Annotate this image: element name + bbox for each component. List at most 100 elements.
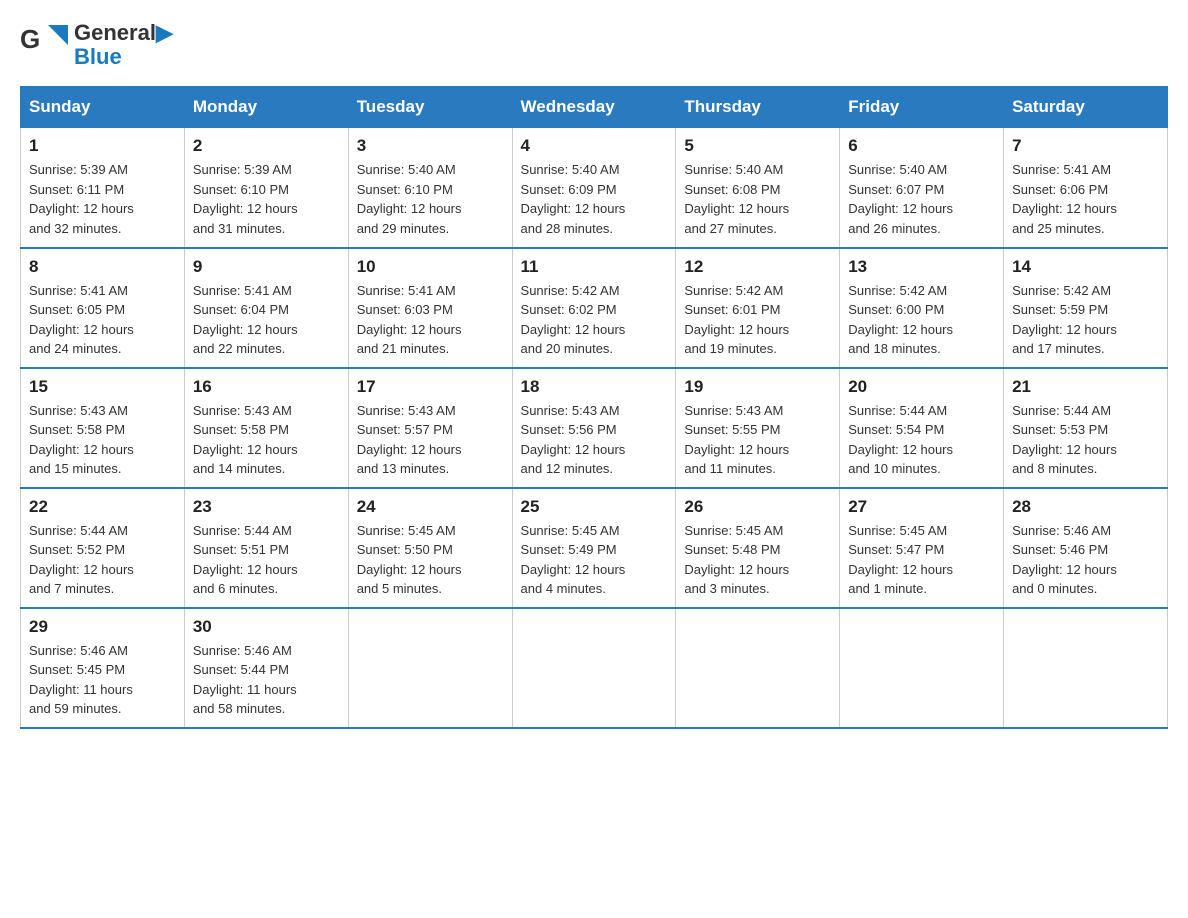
day-number: 13 — [848, 257, 995, 277]
svg-text:G: G — [20, 24, 40, 54]
week-row-4: 22 Sunrise: 5:44 AMSunset: 5:52 PMDaylig… — [21, 488, 1168, 608]
day-number: 9 — [193, 257, 340, 277]
day-info: Sunrise: 5:43 AMSunset: 5:58 PMDaylight:… — [29, 403, 134, 477]
day-number: 14 — [1012, 257, 1159, 277]
calendar-cell: 15 Sunrise: 5:43 AMSunset: 5:58 PMDaylig… — [21, 368, 185, 488]
day-number: 12 — [684, 257, 831, 277]
day-number: 27 — [848, 497, 995, 517]
day-info: Sunrise: 5:41 AMSunset: 6:03 PMDaylight:… — [357, 283, 462, 357]
day-info: Sunrise: 5:44 AMSunset: 5:52 PMDaylight:… — [29, 523, 134, 597]
day-number: 4 — [521, 136, 668, 156]
day-info: Sunrise: 5:46 AMSunset: 5:44 PMDaylight:… — [193, 643, 297, 717]
calendar-cell — [348, 608, 512, 728]
day-number: 10 — [357, 257, 504, 277]
calendar-cell: 26 Sunrise: 5:45 AMSunset: 5:48 PMDaylig… — [676, 488, 840, 608]
day-info: Sunrise: 5:43 AMSunset: 5:58 PMDaylight:… — [193, 403, 298, 477]
day-number: 30 — [193, 617, 340, 637]
calendar-cell: 18 Sunrise: 5:43 AMSunset: 5:56 PMDaylig… — [512, 368, 676, 488]
calendar-cell — [676, 608, 840, 728]
logo-svg: G — [20, 20, 70, 70]
day-number: 3 — [357, 136, 504, 156]
calendar-cell — [1004, 608, 1168, 728]
day-info: Sunrise: 5:42 AMSunset: 6:00 PMDaylight:… — [848, 283, 953, 357]
day-info: Sunrise: 5:39 AMSunset: 6:11 PMDaylight:… — [29, 162, 134, 236]
day-number: 19 — [684, 377, 831, 397]
week-row-5: 29 Sunrise: 5:46 AMSunset: 5:45 PMDaylig… — [21, 608, 1168, 728]
day-number: 6 — [848, 136, 995, 156]
day-info: Sunrise: 5:44 AMSunset: 5:53 PMDaylight:… — [1012, 403, 1117, 477]
day-number: 11 — [521, 257, 668, 277]
calendar-cell: 2 Sunrise: 5:39 AMSunset: 6:10 PMDayligh… — [184, 128, 348, 248]
day-number: 21 — [1012, 377, 1159, 397]
day-number: 20 — [848, 377, 995, 397]
day-number: 22 — [29, 497, 176, 517]
calendar-cell — [840, 608, 1004, 728]
day-number: 28 — [1012, 497, 1159, 517]
day-number: 18 — [521, 377, 668, 397]
calendar-cell: 25 Sunrise: 5:45 AMSunset: 5:49 PMDaylig… — [512, 488, 676, 608]
logo-line1: General▶ — [74, 21, 173, 45]
day-info: Sunrise: 5:46 AMSunset: 5:45 PMDaylight:… — [29, 643, 133, 717]
day-info: Sunrise: 5:45 AMSunset: 5:47 PMDaylight:… — [848, 523, 953, 597]
calendar-cell: 8 Sunrise: 5:41 AMSunset: 6:05 PMDayligh… — [21, 248, 185, 368]
day-info: Sunrise: 5:40 AMSunset: 6:08 PMDaylight:… — [684, 162, 789, 236]
day-number: 24 — [357, 497, 504, 517]
calendar-cell: 28 Sunrise: 5:46 AMSunset: 5:46 PMDaylig… — [1004, 488, 1168, 608]
day-info: Sunrise: 5:43 AMSunset: 5:56 PMDaylight:… — [521, 403, 626, 477]
day-info: Sunrise: 5:42 AMSunset: 6:01 PMDaylight:… — [684, 283, 789, 357]
calendar-cell — [512, 608, 676, 728]
day-info: Sunrise: 5:44 AMSunset: 5:54 PMDaylight:… — [848, 403, 953, 477]
calendar-cell: 14 Sunrise: 5:42 AMSunset: 5:59 PMDaylig… — [1004, 248, 1168, 368]
day-header-tuesday: Tuesday — [348, 87, 512, 128]
calendar-cell: 1 Sunrise: 5:39 AMSunset: 6:11 PMDayligh… — [21, 128, 185, 248]
day-number: 2 — [193, 136, 340, 156]
calendar-cell: 24 Sunrise: 5:45 AMSunset: 5:50 PMDaylig… — [348, 488, 512, 608]
calendar-cell: 7 Sunrise: 5:41 AMSunset: 6:06 PMDayligh… — [1004, 128, 1168, 248]
day-info: Sunrise: 5:41 AMSunset: 6:06 PMDaylight:… — [1012, 162, 1117, 236]
calendar-cell: 21 Sunrise: 5:44 AMSunset: 5:53 PMDaylig… — [1004, 368, 1168, 488]
day-info: Sunrise: 5:40 AMSunset: 6:10 PMDaylight:… — [357, 162, 462, 236]
day-number: 23 — [193, 497, 340, 517]
calendar-cell: 5 Sunrise: 5:40 AMSunset: 6:08 PMDayligh… — [676, 128, 840, 248]
logo: G General▶ Blue — [20, 20, 173, 70]
day-info: Sunrise: 5:43 AMSunset: 5:57 PMDaylight:… — [357, 403, 462, 477]
calendar-cell: 6 Sunrise: 5:40 AMSunset: 6:07 PMDayligh… — [840, 128, 1004, 248]
calendar-cell: 4 Sunrise: 5:40 AMSunset: 6:09 PMDayligh… — [512, 128, 676, 248]
calendar-cell: 29 Sunrise: 5:46 AMSunset: 5:45 PMDaylig… — [21, 608, 185, 728]
day-info: Sunrise: 5:45 AMSunset: 5:48 PMDaylight:… — [684, 523, 789, 597]
calendar-cell: 12 Sunrise: 5:42 AMSunset: 6:01 PMDaylig… — [676, 248, 840, 368]
calendar-cell: 13 Sunrise: 5:42 AMSunset: 6:00 PMDaylig… — [840, 248, 1004, 368]
day-number: 15 — [29, 377, 176, 397]
day-number: 7 — [1012, 136, 1159, 156]
day-info: Sunrise: 5:43 AMSunset: 5:55 PMDaylight:… — [684, 403, 789, 477]
calendar-cell: 16 Sunrise: 5:43 AMSunset: 5:58 PMDaylig… — [184, 368, 348, 488]
day-info: Sunrise: 5:42 AMSunset: 5:59 PMDaylight:… — [1012, 283, 1117, 357]
day-info: Sunrise: 5:44 AMSunset: 5:51 PMDaylight:… — [193, 523, 298, 597]
week-row-2: 8 Sunrise: 5:41 AMSunset: 6:05 PMDayligh… — [21, 248, 1168, 368]
day-header-friday: Friday — [840, 87, 1004, 128]
day-info: Sunrise: 5:45 AMSunset: 5:49 PMDaylight:… — [521, 523, 626, 597]
calendar-cell: 30 Sunrise: 5:46 AMSunset: 5:44 PMDaylig… — [184, 608, 348, 728]
day-info: Sunrise: 5:40 AMSunset: 6:07 PMDaylight:… — [848, 162, 953, 236]
day-header-sunday: Sunday — [21, 87, 185, 128]
calendar-cell: 20 Sunrise: 5:44 AMSunset: 5:54 PMDaylig… — [840, 368, 1004, 488]
calendar-table: SundayMondayTuesdayWednesdayThursdayFrid… — [20, 86, 1168, 729]
calendar-cell: 17 Sunrise: 5:43 AMSunset: 5:57 PMDaylig… — [348, 368, 512, 488]
calendar-cell: 11 Sunrise: 5:42 AMSunset: 6:02 PMDaylig… — [512, 248, 676, 368]
calendar-cell: 27 Sunrise: 5:45 AMSunset: 5:47 PMDaylig… — [840, 488, 1004, 608]
calendar-cell: 19 Sunrise: 5:43 AMSunset: 5:55 PMDaylig… — [676, 368, 840, 488]
day-number: 5 — [684, 136, 831, 156]
day-info: Sunrise: 5:41 AMSunset: 6:05 PMDaylight:… — [29, 283, 134, 357]
logo-line2: Blue — [74, 45, 173, 69]
week-row-3: 15 Sunrise: 5:43 AMSunset: 5:58 PMDaylig… — [21, 368, 1168, 488]
days-header-row: SundayMondayTuesdayWednesdayThursdayFrid… — [21, 87, 1168, 128]
day-info: Sunrise: 5:45 AMSunset: 5:50 PMDaylight:… — [357, 523, 462, 597]
day-info: Sunrise: 5:42 AMSunset: 6:02 PMDaylight:… — [521, 283, 626, 357]
calendar-cell: 9 Sunrise: 5:41 AMSunset: 6:04 PMDayligh… — [184, 248, 348, 368]
calendar-cell: 3 Sunrise: 5:40 AMSunset: 6:10 PMDayligh… — [348, 128, 512, 248]
day-header-saturday: Saturday — [1004, 87, 1168, 128]
calendar-cell: 10 Sunrise: 5:41 AMSunset: 6:03 PMDaylig… — [348, 248, 512, 368]
page-header: G General▶ Blue — [20, 20, 1168, 70]
day-header-thursday: Thursday — [676, 87, 840, 128]
day-header-wednesday: Wednesday — [512, 87, 676, 128]
